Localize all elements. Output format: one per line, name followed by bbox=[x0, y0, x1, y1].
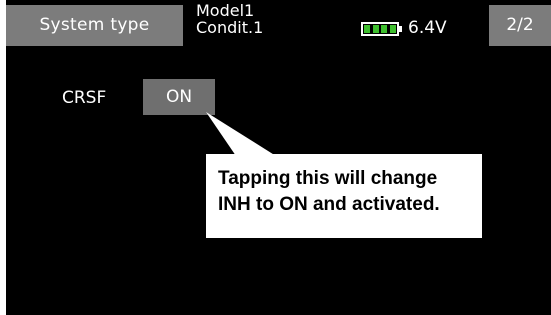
callout-line-1: Tapping this will change bbox=[218, 168, 438, 189]
callout-arrow bbox=[206, 112, 276, 156]
callout-line-2: INH to ON and activated. bbox=[218, 194, 440, 215]
callout-box: Tapping this will change INH to ON and a… bbox=[206, 154, 482, 238]
